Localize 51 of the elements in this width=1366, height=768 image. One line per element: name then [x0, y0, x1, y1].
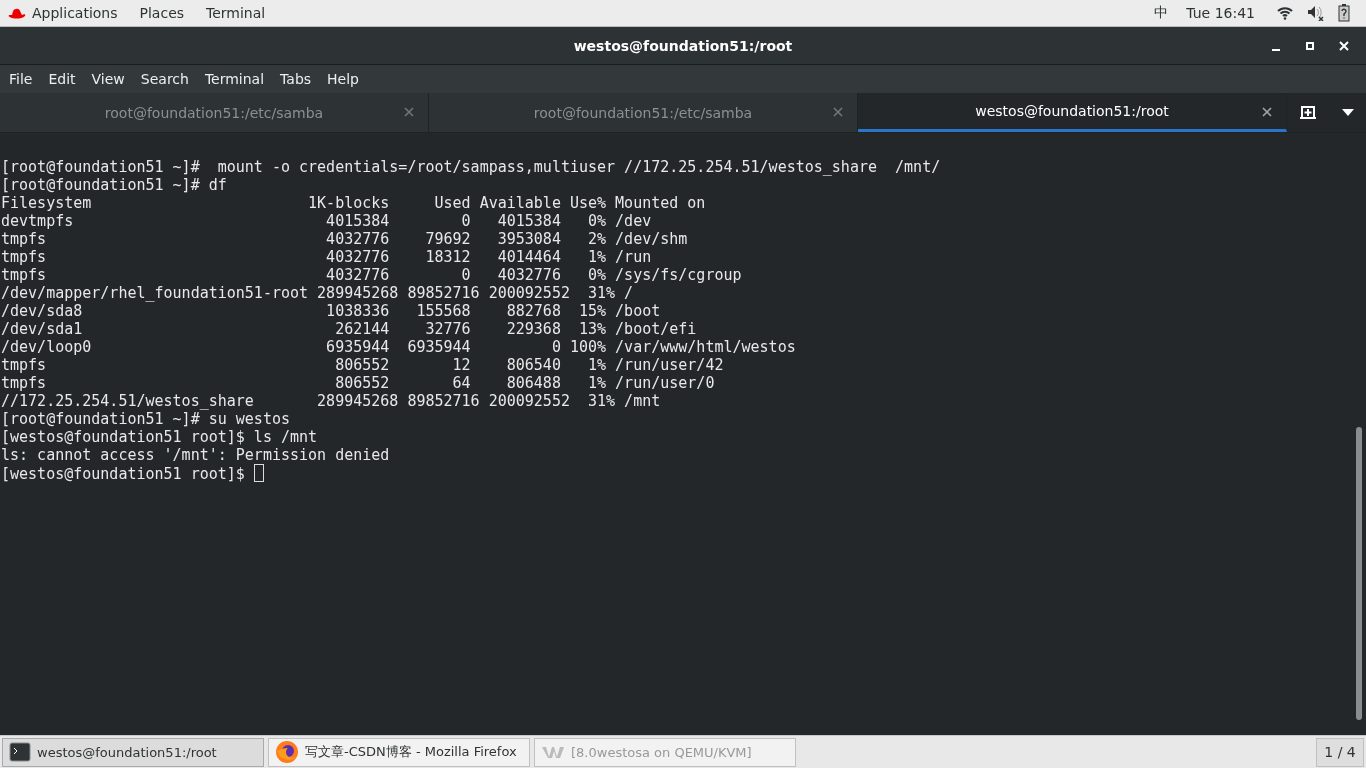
menu-item[interactable]: View: [83, 71, 133, 87]
terminal-line: [root@foundation51 ~]# mount -o credentials=/root/sampass,multiuser //172.25.254.51/westos_share /mnt/: [0, 158, 942, 176]
terminal-line: /dev/sda1 262144 32776 229368 13% /boot/efi: [0, 320, 698, 338]
menu-item[interactable]: Search: [132, 71, 197, 87]
terminal-icon: [9, 742, 31, 762]
volume-muted-icon[interactable]: [1307, 5, 1324, 21]
window-title: westos@foundation51:/root: [573, 37, 793, 54]
close-tab-icon[interactable]: [404, 107, 414, 117]
workspace-switcher[interactable]: 1 / 4: [1316, 737, 1364, 767]
terminal-tab[interactable]: westos@foundation51:/root: [858, 93, 1287, 132]
terminal-line: [root@foundation51 ~]# su westos: [0, 410, 291, 428]
terminal-line: Filesystem 1K-blocks Used Available Use% Mounted on: [0, 194, 707, 212]
terminal-line: tmpfs 806552 64 806488 1% /run/user/0: [0, 374, 716, 392]
menu-item[interactable]: Tabs: [272, 71, 320, 87]
taskbar-window-button[interactable]: westos@foundation51:/root: [2, 737, 264, 767]
terminal-line: tmpfs 4032776 79692 3953084 2% /dev/shm: [0, 230, 689, 248]
terminal-line: tmpfs 4032776 0 4032776 0% /sys/fs/cgroup: [0, 266, 743, 284]
menu-item[interactable]: Edit: [40, 71, 84, 87]
top-menu[interactable]: Terminal: [206, 5, 266, 21]
top-menu[interactable]: Places: [139, 5, 185, 21]
terminal-line: [westos@foundation51 root]$ ls /mnt: [0, 428, 319, 446]
close-tab-icon[interactable]: [833, 107, 843, 117]
wifi-icon[interactable]: [1277, 6, 1293, 20]
dropdown-icon[interactable]: [1341, 109, 1354, 116]
scrollbar-thumb[interactable]: [1356, 427, 1362, 720]
terminal-line: /dev/mapper/rhel_foundation51-root 289945268 89852716 200092552 31% /: [0, 284, 635, 302]
menu-item[interactable]: Terminal: [196, 71, 273, 87]
cursor-icon: [253, 464, 264, 482]
terminal-line: [root@foundation51 ~]# df: [0, 176, 228, 194]
hat-icon[interactable]: [8, 7, 26, 19]
firefox-icon: [275, 740, 299, 764]
terminal-line: /dev/sda8 1038336 155568 882768 15% /boot: [0, 302, 662, 320]
input-method-indicator[interactable]: 中: [1154, 4, 1169, 22]
maximize-icon[interactable]: [1303, 39, 1317, 53]
battery-unknown-icon[interactable]: [1338, 4, 1350, 22]
taskbar-window-button[interactable]: 写文章-CSDN博客 - Mozilla Firefox: [268, 737, 530, 767]
menu-item[interactable]: Help: [319, 71, 367, 87]
clock[interactable]: Tue 16:41: [1186, 5, 1255, 21]
vm-icon: [541, 745, 565, 759]
terminal-line: ls: cannot access '/mnt': Permission denied: [0, 446, 391, 464]
terminal-line: //172.25.254.51/westos_share 289945268 89852716 200092552 31% /mnt: [0, 392, 662, 410]
close-tab-icon[interactable]: [1262, 107, 1272, 117]
terminal-line: tmpfs 4032776 18312 4014464 1% /run: [0, 248, 653, 266]
close-icon[interactable]: [1337, 39, 1351, 53]
new-tab-icon[interactable]: [1299, 104, 1318, 121]
terminal-line: devtmpfs 4015384 0 4015384 0% /dev: [0, 212, 653, 230]
menu-item[interactable]: File: [1, 71, 41, 87]
terminal-line: tmpfs 806552 12 806540 1% /run/user/42: [0, 356, 725, 374]
top-menu[interactable]: Applications: [32, 5, 118, 21]
terminal-line: [westos@foundation51 root]$: [0, 464, 1366, 483]
terminal-line: /dev/loop0 6935944 6935944 0 100% /var/www/html/westos: [0, 338, 797, 356]
